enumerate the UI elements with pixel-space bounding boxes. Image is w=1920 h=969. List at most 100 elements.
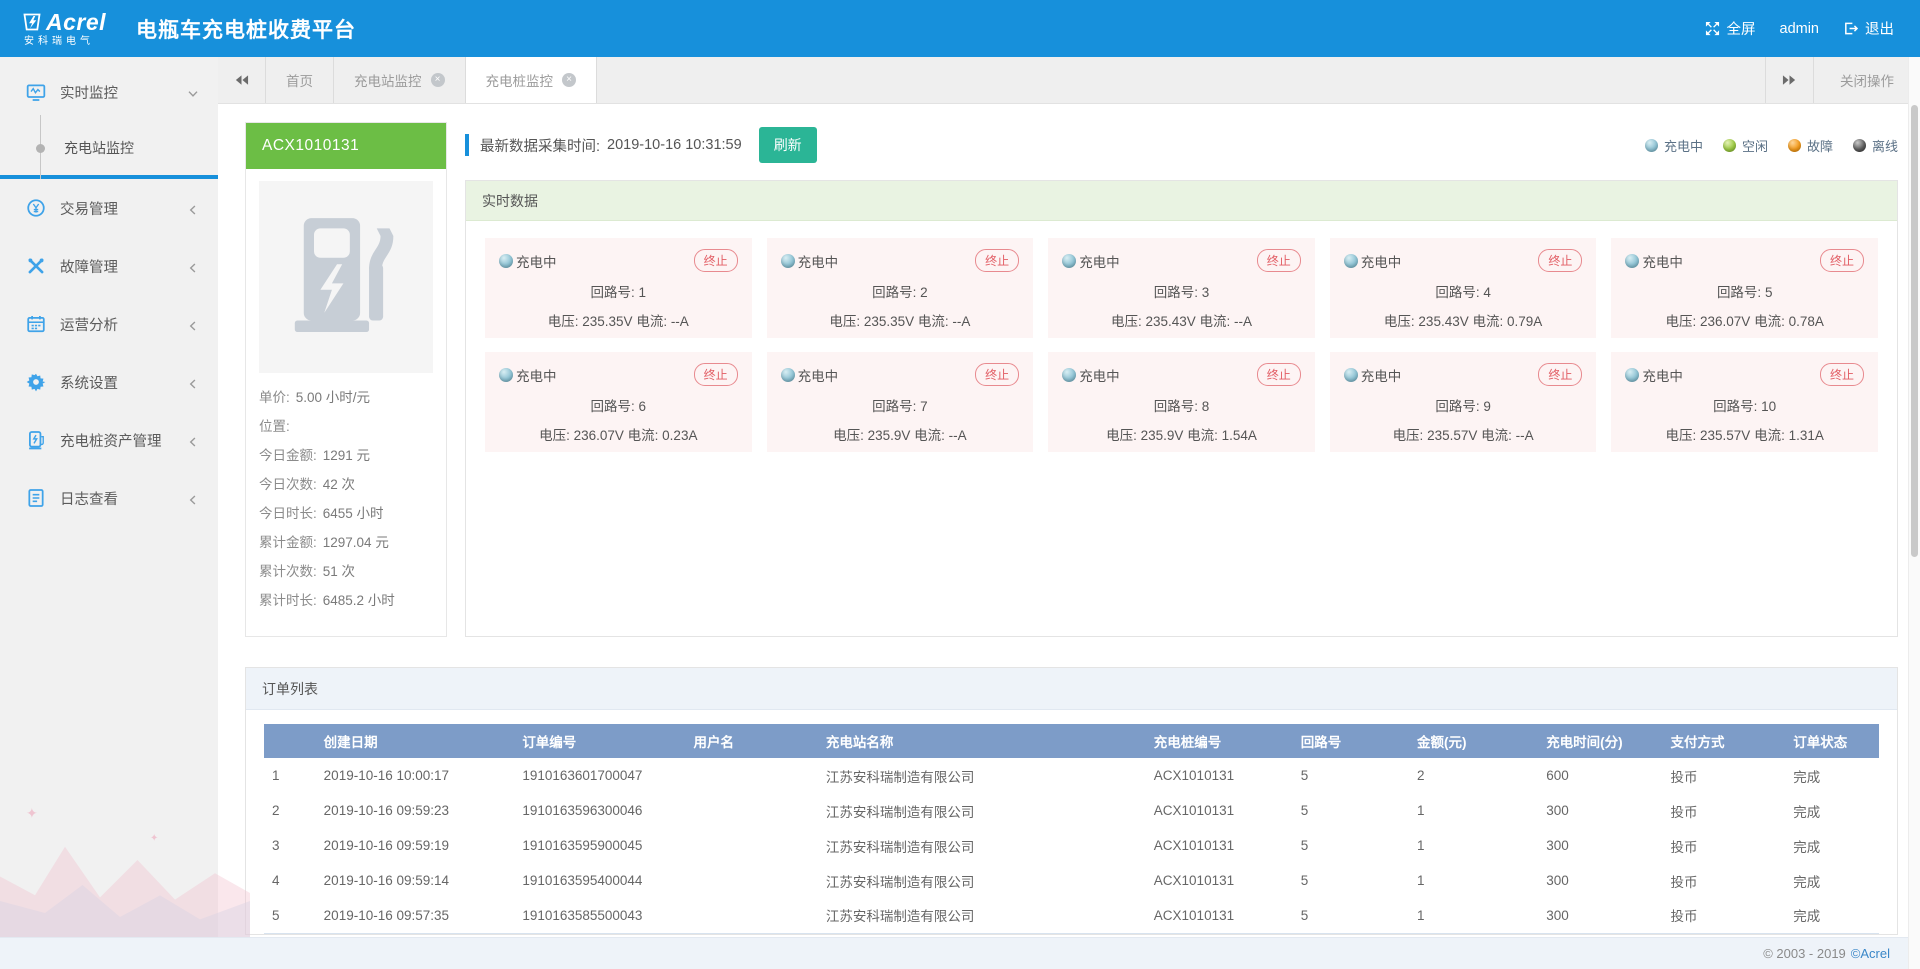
stop-button[interactable]: 终止 — [975, 249, 1019, 272]
cell-2: 1910163595900045 — [514, 828, 685, 863]
channel-circuit: 回路号: 3 — [1062, 281, 1301, 301]
sidebar-item-3[interactable]: 运营分析 — [0, 295, 218, 353]
sidebar-item-5[interactable]: 充电桩资产管理 — [0, 411, 218, 469]
col-header-7: 充电时间(分) — [1538, 724, 1662, 758]
cell-10: 完成 — [1785, 758, 1879, 793]
legend-label: 充电中 — [1664, 136, 1703, 155]
stop-button[interactable]: 终止 — [1820, 363, 1864, 386]
channel-card-10: 充电中终止回路号: 10电压: 235.57V 电流: 1.31A — [1611, 352, 1878, 452]
tab-close-icon[interactable]: × — [431, 73, 445, 87]
tab-2[interactable]: 充电桩监控× — [466, 57, 598, 103]
sidebar-item-label: 日志查看 — [60, 488, 118, 509]
tab-label: 首页 — [286, 70, 313, 90]
stop-button[interactable]: 终止 — [975, 363, 1019, 386]
stop-button[interactable]: 终止 — [1538, 363, 1582, 386]
cell-5: ACX1010131 — [1146, 793, 1293, 828]
cell-9: 投币 — [1663, 863, 1786, 898]
sidebar-item-6[interactable]: 日志查看 — [0, 469, 218, 527]
double-right-arrow-icon — [1782, 74, 1797, 86]
log-icon — [26, 488, 46, 508]
chevron-left-icon — [188, 493, 198, 503]
device-stats: 单价:5.00 小时/元位置:今日金额:1291 元今日次数:42 次今日时长:… — [259, 383, 433, 615]
cell-6: 5 — [1293, 898, 1409, 933]
channel-card-top: 充电中终止 — [1062, 249, 1301, 272]
cell-1: 2019-10-16 10:00:17 — [316, 758, 515, 793]
cell-5: ACX1010131 — [1146, 863, 1293, 898]
double-left-arrow-icon — [234, 74, 249, 86]
chevron-left-icon — [188, 203, 198, 213]
legend-fault: 故障 — [1788, 136, 1833, 155]
stop-button[interactable]: 终止 — [694, 249, 738, 272]
logout-button[interactable]: 退出 — [1843, 18, 1894, 39]
device-stat-3: 今日次数:42 次 — [259, 470, 433, 499]
channel-card-4: 充电中终止回路号: 4电压: 235.43V 电流: 0.79A — [1330, 238, 1597, 338]
tab-0[interactable]: 首页 — [266, 57, 334, 103]
tab-label: 充电站监控 — [354, 70, 422, 90]
legend-label: 空闲 — [1742, 136, 1768, 155]
sidebar-item-0[interactable]: 实时监控 — [0, 63, 218, 121]
status-charging-icon — [499, 254, 513, 268]
channel-measurements: 电压: 236.07V 电流: 0.23A — [499, 424, 738, 444]
tab-1[interactable]: 充电站监控 × — [334, 57, 466, 103]
stop-button[interactable]: 终止 — [1257, 363, 1301, 386]
stop-button[interactable]: 终止 — [1538, 249, 1582, 272]
col-header-9: 订单状态 — [1785, 724, 1879, 758]
stat-label: 今日时长: — [259, 506, 317, 521]
status-charging-icon — [499, 368, 513, 382]
footer-brand-link[interactable]: ©Acrel — [1851, 946, 1890, 961]
sidebar-item-1[interactable]: 交易管理 — [0, 179, 218, 237]
stop-button[interactable]: 终止 — [694, 363, 738, 386]
tabs-scroll-right-button[interactable] — [1765, 57, 1813, 103]
transaction-icon — [26, 198, 46, 218]
channel-circuit: 回路号: 9 — [1344, 395, 1583, 415]
stat-value: 42 次 — [323, 477, 355, 492]
sidebar-subitem-0-0[interactable]: 充电站监控 — [0, 121, 218, 175]
footer: © 2003 - 2019 ©Acrel — [0, 937, 1920, 969]
status-offline-icon — [1853, 139, 1866, 152]
sidebar-item-4[interactable]: 系统设置 — [0, 353, 218, 411]
chevron-left-icon — [188, 377, 198, 387]
stat-label: 单价: — [259, 390, 290, 405]
orders-panel-title: 订单列表 — [246, 668, 1897, 710]
tab-close-icon[interactable]: × — [562, 73, 576, 87]
channel-circuit: 回路号: 2 — [781, 281, 1020, 301]
channel-circuit: 回路号: 4 — [1344, 281, 1583, 301]
stop-button[interactable]: 终止 — [1257, 249, 1301, 272]
device-stat-6: 累计次数:51 次 — [259, 557, 433, 586]
col-header-6: 金额(元) — [1409, 724, 1538, 758]
sidebar-item-label: 系统设置 — [60, 372, 118, 393]
channel-measurements: 电压: 235.35V 电流: --A — [781, 310, 1020, 330]
tabs-scroll-left-button[interactable] — [218, 57, 266, 103]
cell-4: 江苏安科瑞制造有限公司 — [818, 793, 1146, 828]
sidebar-item-2[interactable]: 故障管理 — [0, 237, 218, 295]
channel-status: 充电中 — [516, 365, 557, 385]
page-title: 电瓶车充电桩收费平台 — [136, 14, 356, 44]
status-charging-icon — [781, 254, 795, 268]
settings-gear-icon — [26, 372, 46, 392]
status-fault-icon — [1788, 139, 1801, 152]
cell-7: 2 — [1409, 758, 1538, 793]
status-charging-icon — [1344, 368, 1358, 382]
cell-9: 投币 — [1663, 828, 1786, 863]
channel-card-top: 充电中终止 — [1625, 363, 1864, 386]
col-header-0: 创建日期 — [316, 724, 515, 758]
stop-button[interactable]: 终止 — [1820, 249, 1864, 272]
scrollbar-thumb[interactable] — [1911, 105, 1918, 557]
user-menu[interactable]: admin — [1780, 21, 1820, 37]
stat-value: 1297.04 元 — [323, 535, 389, 550]
table-row: 32019-10-16 09:59:191910163595900045江苏安科… — [264, 828, 1879, 863]
channel-circuit: 回路号: 10 — [1625, 395, 1864, 415]
sidebar: 实时监控充电站监控交易管理故障管理运营分析系统设置充电桩资产管理日志查看 ✦ ✦ — [0, 57, 218, 937]
cell-9: 投币 — [1663, 758, 1786, 793]
fullscreen-button[interactable]: 全屏 — [1705, 18, 1756, 39]
cell-0: 2 — [264, 793, 316, 828]
device-stat-5: 累计金额:1297.04 元 — [259, 528, 433, 557]
cell-8: 300 — [1538, 828, 1662, 863]
cell-4: 江苏安科瑞制造有限公司 — [818, 863, 1146, 898]
device-id: ACX1010131 — [246, 123, 446, 169]
stat-value: 5.00 小时/元 — [296, 390, 370, 405]
sidebar-menu: 实时监控充电站监控交易管理故障管理运营分析系统设置充电桩资产管理日志查看 — [0, 63, 218, 527]
close-operations-dropdown[interactable]: 关闭操作 — [1813, 57, 1920, 103]
col-index — [264, 724, 316, 758]
refresh-button[interactable]: 刷新 — [759, 127, 817, 163]
